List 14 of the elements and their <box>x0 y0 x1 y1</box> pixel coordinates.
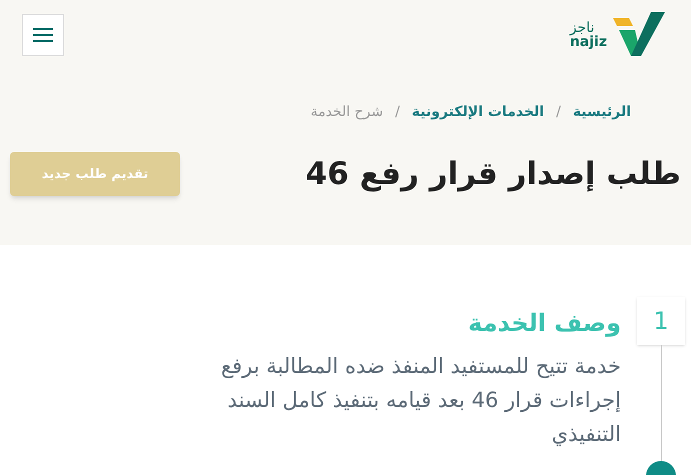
breadcrumb-link[interactable]: الرئيسية <box>572 102 631 123</box>
step-number: 1 <box>637 297 685 345</box>
menu-icon <box>33 28 53 42</box>
step-description: خدمة تتيح للمستفيد المنفذ ضده المطالبة برفع إجراءات قرار 46 بعد قيامه بتنفيذ كامل السند التنفيذي <box>220 353 621 448</box>
breadcrumb-separator: / <box>395 103 400 122</box>
menu-button[interactable] <box>22 14 64 56</box>
page-title: طلب إصدار قرار رفع 46 <box>306 155 681 194</box>
logo-latin-text: najiz <box>570 35 607 49</box>
breadcrumb-current: شرح الخدمة <box>310 103 384 122</box>
logo-arabic-text: ناجز <box>570 21 594 35</box>
checkmark-logo-icon <box>611 12 665 58</box>
breadcrumb-link[interactable]: الخدمات الإلكترونية <box>412 102 544 123</box>
step-heading: وصف الخدمة <box>467 308 621 339</box>
breadcrumb-separator: / <box>556 103 561 122</box>
